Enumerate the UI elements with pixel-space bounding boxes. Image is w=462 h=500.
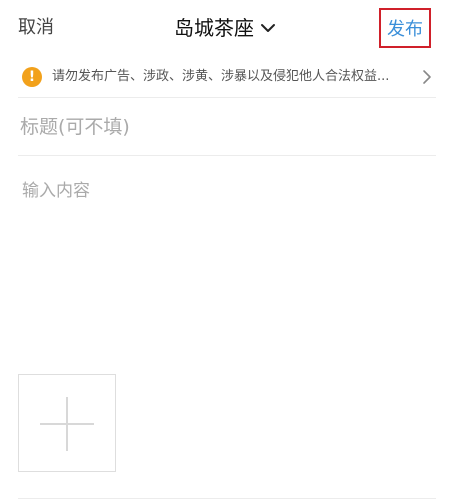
title-input[interactable] [20, 110, 430, 144]
content-policy-notice[interactable]: ! 请勿发布广告、涉政、涉黄、涉暴以及侵犯他人合法权益... [0, 58, 446, 98]
add-image-button[interactable] [18, 374, 116, 472]
cancel-button[interactable]: 取消 [18, 16, 54, 40]
divider [18, 498, 436, 499]
board-title: 岛城茶座 [174, 16, 254, 40]
divider [18, 155, 436, 156]
chevron-right-icon [423, 70, 431, 84]
divider [18, 97, 436, 98]
plus-icon [40, 397, 94, 451]
notice-text: 请勿发布广告、涉政、涉黄、涉暴以及侵犯他人合法权益... [52, 69, 390, 84]
publish-button[interactable]: 发布 [379, 8, 431, 48]
publish-label: 发布 [387, 19, 423, 40]
content-textarea[interactable] [22, 176, 432, 356]
board-selector[interactable]: 岛城茶座 [174, 14, 276, 42]
top-bar: 取消 岛城茶座 发布 [0, 0, 462, 58]
warning-icon: ! [22, 67, 42, 87]
chevron-down-icon [261, 24, 275, 32]
